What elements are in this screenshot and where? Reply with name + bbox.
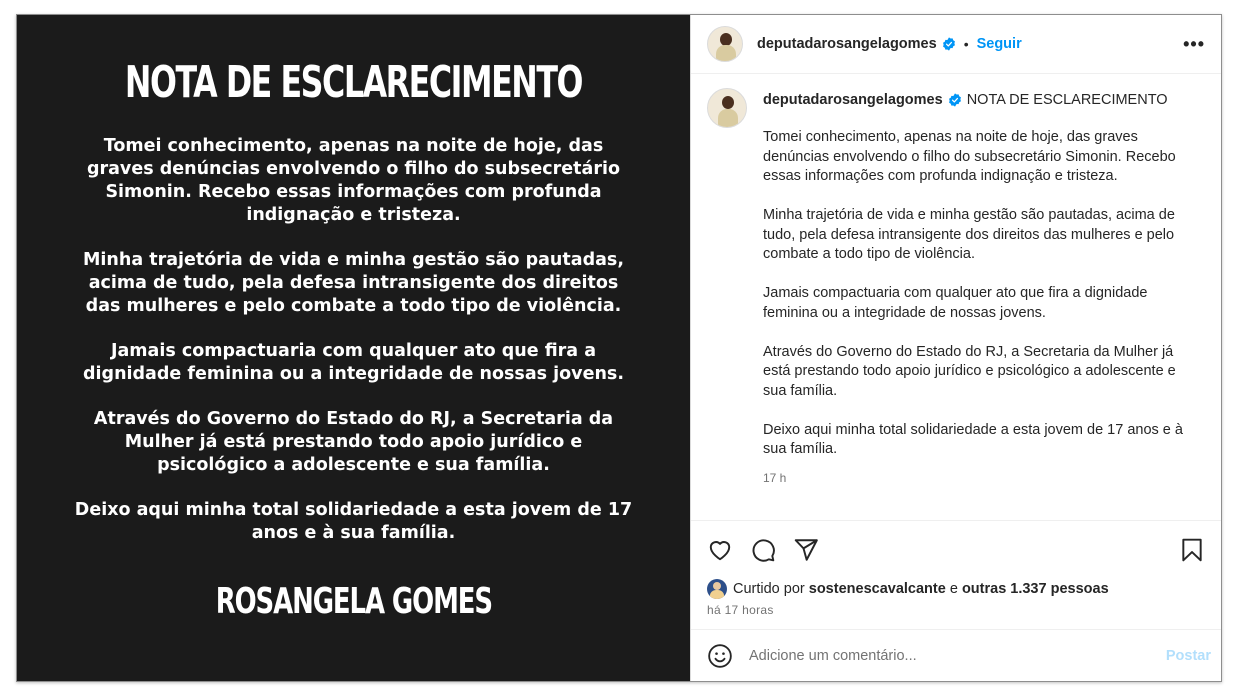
more-options-icon[interactable]: •••: [1183, 34, 1205, 55]
image-body: Tomei conhecimento, apenas na noite de h…: [74, 135, 634, 567]
caption-content: deputadarosangelagomes NOTA DE ESCLARECI…: [763, 88, 1203, 485]
caption-header: deputadarosangelagomes NOTA DE ESCLARECI…: [763, 88, 1203, 112]
comment-icon[interactable]: [750, 537, 776, 563]
post-time-ago[interactable]: há 17 horas: [707, 603, 1205, 617]
image-paragraph: Tomei conhecimento, apenas na noite de h…: [86, 136, 621, 225]
liker-username[interactable]: sostenescavalcante: [809, 581, 946, 597]
separator-dot: •: [963, 36, 969, 52]
caption-paragraph: Através do Governo do Estado do RJ, a Se…: [763, 343, 1176, 399]
image-signature: ROSANGELA GOMES: [215, 581, 492, 622]
likes-section: Curtido por sostenescavalcante e outras …: [691, 579, 1221, 629]
caption-paragraph: Minha trajetória de vida e minha gestão …: [763, 207, 1175, 262]
likes-prefix: Curtido por: [733, 581, 805, 597]
caption-paragraph: Tomei conhecimento, apenas na noite de h…: [763, 129, 1176, 184]
image-paragraph: Através do Governo do Estado do RJ, a Se…: [93, 409, 614, 475]
share-icon[interactable]: [793, 537, 819, 563]
image-title: NOTA DE ESCLARECIMENTO: [124, 57, 584, 108]
caption-row: deputadarosangelagomes NOTA DE ESCLARECI…: [707, 88, 1205, 485]
post-side-panel: deputadarosangelagomes • Seguir ••• depu…: [690, 15, 1221, 681]
post-comment-button[interactable]: Postar: [1166, 648, 1211, 664]
follow-button[interactable]: Seguir: [977, 36, 1022, 52]
likes-summary: Curtido por sostenescavalcante e outras …: [707, 579, 1205, 599]
post-header: deputadarosangelagomes • Seguir •••: [691, 15, 1221, 74]
caption-text: Tomei conhecimento, apenas na noite de h…: [763, 128, 1203, 460]
caption-title: NOTA DE ESCLARECIMENTO: [966, 92, 1168, 108]
liker-avatar[interactable]: [707, 579, 727, 599]
likes-conjunction: e: [949, 581, 958, 597]
verified-badge-icon: [948, 93, 961, 107]
emoji-icon[interactable]: [707, 643, 733, 669]
author-avatar[interactable]: [707, 26, 743, 62]
bookmark-icon[interactable]: [1179, 537, 1205, 563]
comment-input[interactable]: [749, 647, 1166, 664]
image-paragraph: Jamais compactuaria com qualquer ato que…: [83, 341, 624, 384]
post-window: NOTA DE ESCLARECIMENTO Tomei conheciment…: [16, 14, 1222, 682]
caption-username[interactable]: deputadarosangelagomes: [763, 92, 943, 108]
author-username[interactable]: deputadarosangelagomes: [757, 36, 937, 52]
action-bar: [691, 521, 1221, 579]
post-image[interactable]: NOTA DE ESCLARECIMENTO Tomei conheciment…: [17, 15, 690, 681]
image-paragraph: Deixo aqui minha total solidariedade a e…: [74, 500, 633, 543]
image-paragraph: Minha trajetória de vida e minha gestão …: [83, 250, 624, 316]
comment-bar: Postar: [691, 629, 1221, 681]
verified-badge-icon: [942, 37, 955, 51]
likes-others-link[interactable]: outras 1.337 pessoas: [962, 581, 1109, 597]
caption-timestamp[interactable]: 17 h: [763, 471, 1203, 485]
heart-icon[interactable]: [707, 537, 733, 563]
caption-area: deputadarosangelagomes NOTA DE ESCLARECI…: [691, 74, 1221, 521]
caption-paragraph: Jamais compactuaria com qualquer ato que…: [763, 285, 1148, 321]
caption-avatar[interactable]: [707, 88, 747, 128]
caption-paragraph: Deixo aqui minha total solidariedade a e…: [763, 421, 1183, 458]
